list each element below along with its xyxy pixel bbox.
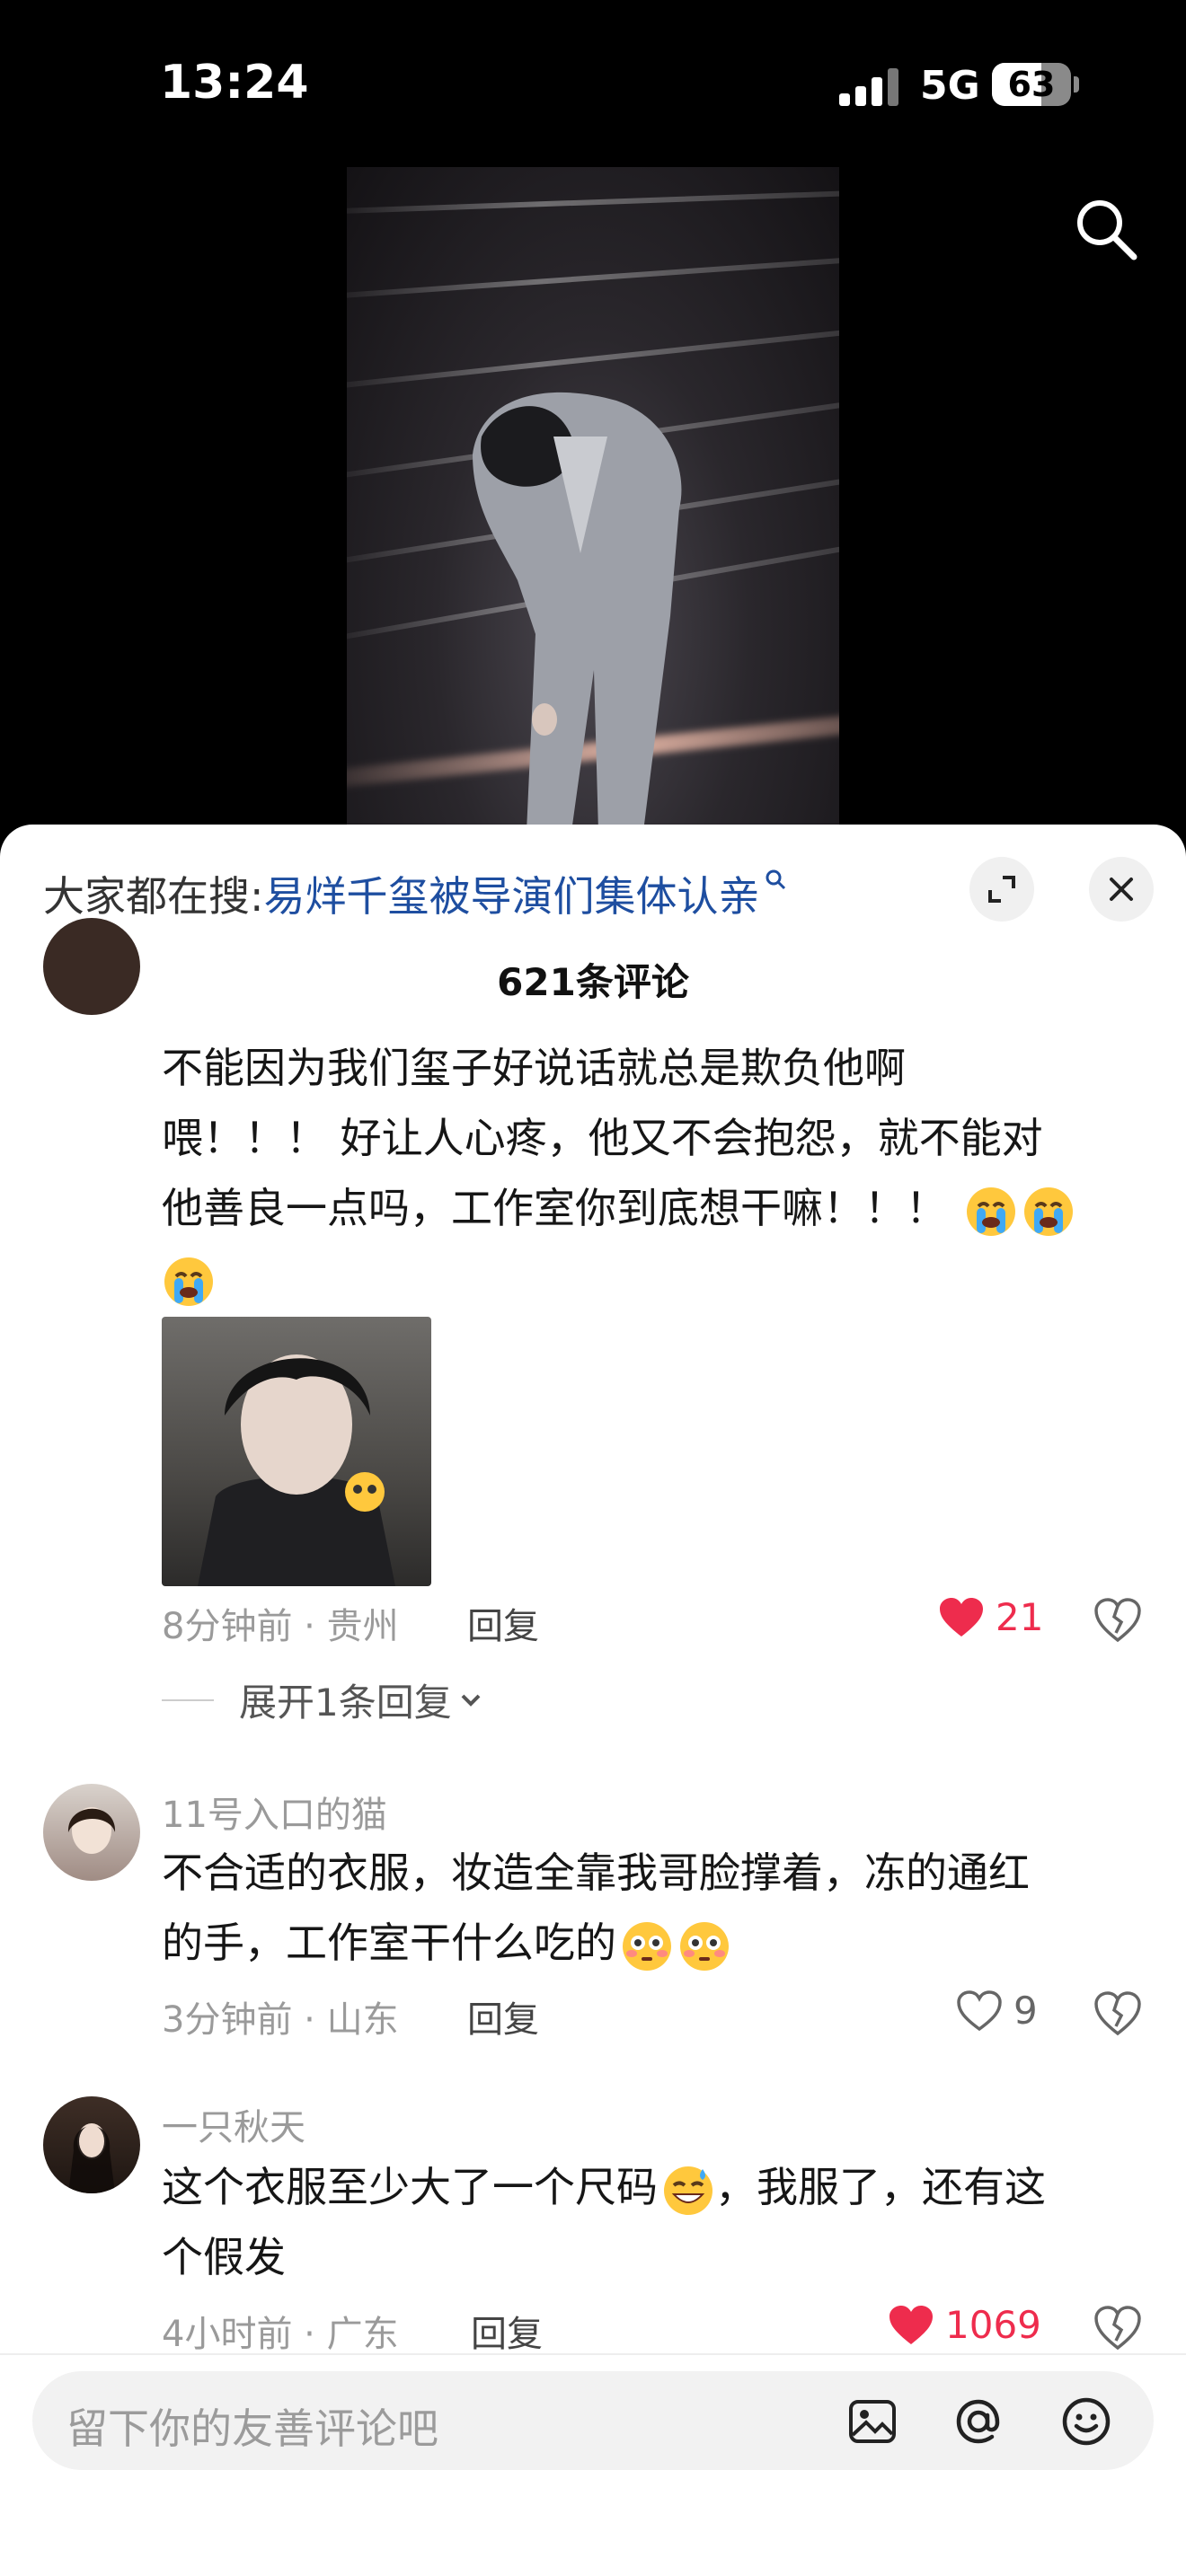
comment-image[interactable] (162, 1317, 431, 1586)
search-icon[interactable] (1069, 192, 1143, 266)
image-icon[interactable] (846, 2395, 898, 2448)
broken-heart-icon[interactable] (1093, 1989, 1143, 2039)
comment-line: 个假发 (162, 2233, 286, 2281)
like-count: 1069 (945, 2303, 1041, 2347)
comment-count-title: 621条评论 (497, 960, 689, 1004)
comment-line: 这个衣服至少大了一个尺码 ，我服了，还有这 (162, 2152, 1132, 2222)
expand-replies-label: 展开1条回复 (239, 1681, 452, 1725)
close-icon (1110, 878, 1133, 901)
expand-button[interactable] (969, 857, 1034, 922)
comment-sheet: 大家都在搜:易烊千玺被导演们集体认亲 621条评论 不能因为我们玺子好说话就总是… (0, 825, 1186, 2576)
broken-heart-icon[interactable] (1093, 1595, 1143, 1645)
emoji-icon[interactable] (1060, 2395, 1112, 2448)
network-label: 5G (920, 63, 980, 109)
like-button[interactable]: 21 (938, 1595, 1043, 1639)
like-count: 21 (996, 1595, 1044, 1639)
expand-replies[interactable]: 展开1条回复 (162, 1672, 484, 1727)
like-count: 9 (1013, 1989, 1038, 2033)
comment-input[interactable]: 留下你的友善评论吧 (32, 2371, 1154, 2470)
trending-search-keyword[interactable]: 易烊千玺被导演们集体认亲 (264, 872, 760, 921)
trending-search-prefix: 大家都在搜: (43, 872, 264, 921)
battery-tip (1074, 76, 1079, 93)
comment-text: 不能因为我们玺子好说话就总是欺负他啊 喂！！！ 好让人心疼，他又不会抱怨，就不能… (162, 1033, 1132, 1313)
avatar[interactable] (43, 1784, 140, 1881)
comment-text: 这个衣服至少大了一个尺码 ，我服了，还有这 个假发 (162, 2152, 1132, 2292)
battery-icon: 63 (992, 63, 1071, 106)
comment-line: 他善良一点吗，工作室你到底想干嘛！！！ (162, 1173, 1132, 1243)
comment-line: 的手，工作室干什么吃的 (162, 1908, 1132, 1978)
chevron-down-icon (461, 1694, 481, 1707)
trending-search[interactable]: 大家都在搜:易烊千玺被导演们集体认亲 (43, 864, 787, 923)
comment-line: 不能因为我们玺子好说话就总是欺负他啊 (162, 1044, 906, 1092)
close-button[interactable] (1089, 857, 1154, 922)
reply-button[interactable]: 回复 (471, 2305, 543, 2357)
flushed-face-icon (680, 1921, 729, 1971)
heart-outline-icon (957, 1989, 1002, 2031)
at-icon[interactable] (952, 2395, 1005, 2448)
small-search-icon (766, 869, 785, 890)
comment-meta: 8分钟前 · 贵州 (162, 1606, 399, 1647)
avatar[interactable] (43, 2096, 140, 2193)
comment-meta: 3分钟前 · 山东 (162, 1999, 399, 2041)
like-button[interactable]: 1069 (888, 2303, 1041, 2347)
comment-line: 喂！！！ 好让人心疼，他又不会抱怨，就不能对 (162, 1114, 1043, 1162)
comment-meta: 4小时前 · 广东 (162, 2314, 399, 2355)
crying-face-icon (164, 1257, 213, 1306)
signal-icon (839, 66, 902, 106)
crying-face-icon (1023, 1187, 1073, 1236)
performer-figure (473, 392, 682, 832)
comment-line (162, 1243, 1132, 1313)
heart-icon (940, 1597, 983, 1636)
reply-button[interactable]: 回复 (467, 1597, 539, 1649)
like-button[interactable]: 9 (956, 1989, 1038, 2033)
grin-sweat-icon (664, 2166, 712, 2215)
status-bar: 13:24 5G 63 (0, 0, 1186, 171)
comment-input-placeholder: 留下你的友善评论吧 (66, 2404, 438, 2453)
broken-heart-icon[interactable] (1093, 2303, 1143, 2353)
flushed-face-icon (623, 1921, 671, 1971)
status-time: 13:24 (160, 56, 309, 110)
username[interactable]: 一只秋天 (162, 2098, 305, 2150)
avatar[interactable] (43, 918, 140, 1015)
comment-text: 不合适的衣服，妆造全靠我哥脸撑着，冻的通红 的手，工作室干什么吃的 (162, 1838, 1132, 1978)
heart-icon (890, 2305, 933, 2344)
username[interactable]: 11号入口的猫 (162, 1786, 387, 1838)
battery-level: 63 (1007, 65, 1056, 104)
video-player[interactable] (347, 167, 839, 832)
reply-button[interactable]: 回复 (467, 1990, 539, 2042)
comment-line: 不合适的衣服，妆造全靠我哥脸撑着，冻的通红 (162, 1848, 1030, 1897)
crying-face-icon (966, 1187, 1015, 1236)
comment-input-bar: 留下你的友善评论吧 (0, 2353, 1186, 2576)
expand-icon (988, 876, 1015, 903)
